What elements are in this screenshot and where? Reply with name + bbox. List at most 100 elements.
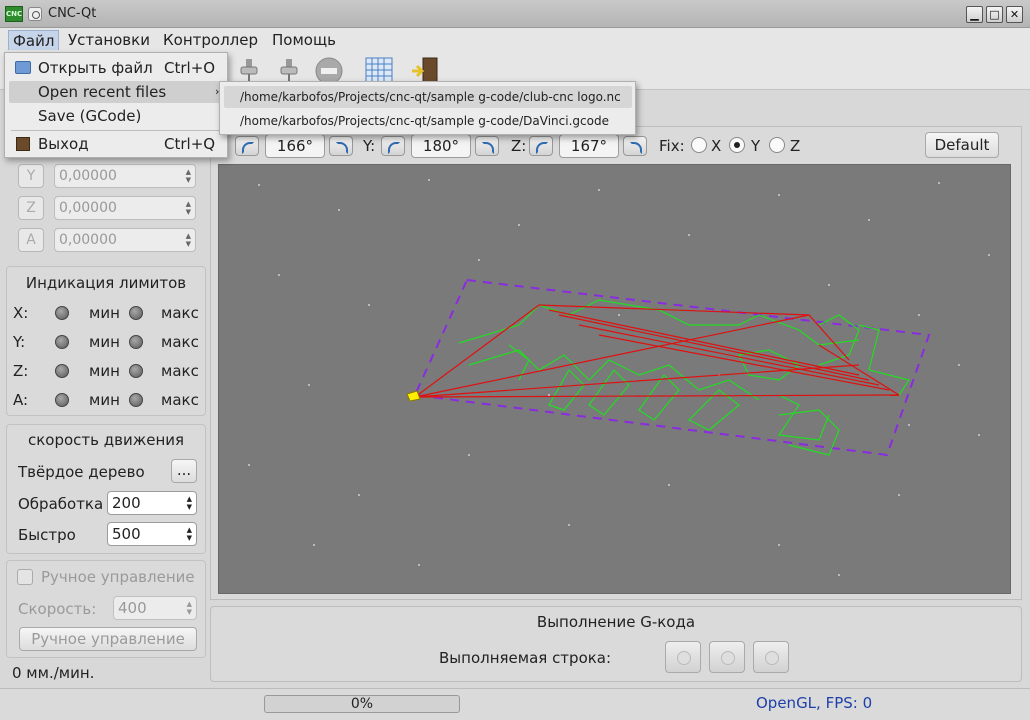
save-gcode-item[interactable]: Save (GCode): [9, 105, 225, 127]
exit-label: Выход: [38, 135, 89, 153]
toolpath-preview[interactable]: [219, 165, 1011, 594]
spin-arrows-icon[interactable]: ▲ ▼: [187, 495, 192, 511]
limit-min-label: мин: [89, 333, 120, 351]
close-button[interactable]: ✕: [1006, 6, 1023, 23]
limit-max-led: [129, 364, 143, 378]
limit-axis-label: A:: [13, 391, 29, 409]
limits-group: Индикация лимитов X: мин макс Y: мин мак…: [6, 266, 206, 416]
manual-control-button[interactable]: Ручное управление: [19, 627, 197, 651]
progress-text: 0%: [350, 696, 374, 712]
background-dots: [248, 179, 990, 576]
open-recent-label: Open recent files: [38, 83, 167, 101]
limit-min-led: [55, 393, 69, 407]
menu-separator: [11, 130, 223, 131]
gcode-execution-panel: Выполнение G-кода Выполняемая строка:: [210, 606, 1022, 682]
manual-speed-input[interactable]: 400 ▲ ▼: [113, 596, 197, 620]
z-angle-field[interactable]: 167°: [559, 134, 619, 158]
coord-y-input[interactable]: 0,00000 ▲ ▼: [54, 164, 196, 188]
axis-y-button[interactable]: Y: [18, 164, 44, 188]
z-angle-label: Z:: [511, 137, 527, 155]
coord-y-value: 0,00000: [59, 168, 117, 184]
pause-button[interactable]: [709, 641, 745, 673]
fast-speed-input[interactable]: 500 ▲ ▼: [107, 522, 197, 546]
play-button[interactable]: [665, 641, 701, 673]
spin-arrows-icon[interactable]: ▲ ▼: [187, 526, 192, 542]
limit-row-a: A: мин макс: [13, 391, 199, 411]
open-folder-icon: [15, 61, 31, 74]
stop-run-button[interactable]: [753, 641, 789, 673]
manual-speed-label: Скорость:: [18, 600, 97, 618]
manual-checkbox[interactable]: [17, 569, 33, 585]
fix-y-label: Y: [751, 137, 761, 155]
open-file-item[interactable]: Открыть файл Ctrl+O: [9, 57, 225, 79]
recent-file-item[interactable]: /home/karbofos/Projects/cnc-qt/sample g-…: [224, 86, 632, 108]
coord-z-input[interactable]: 0,00000 ▲ ▼: [54, 196, 196, 220]
maximize-button[interactable]: □: [986, 6, 1003, 23]
default-view-button[interactable]: Default: [925, 132, 999, 158]
fix-y-radio[interactable]: [729, 137, 745, 153]
rotate-x-right-button[interactable]: [329, 136, 353, 156]
spin-arrows-icon[interactable]: ▲ ▼: [186, 200, 191, 216]
fix-x-label: X: [711, 137, 722, 155]
axis-z-button[interactable]: Z: [18, 196, 44, 220]
coord-a-value: 0,00000: [59, 232, 117, 248]
rotate-y-right-button[interactable]: [475, 136, 499, 156]
limit-max-led: [129, 306, 143, 320]
limits-title: Индикация лимитов: [25, 274, 187, 292]
processing-speed-value: 200: [112, 494, 141, 512]
tool-position-marker: [406, 390, 421, 402]
rotate-y-left-button[interactable]: [381, 136, 405, 156]
limit-max-label: макс: [161, 362, 199, 380]
fast-label: Быстро: [18, 526, 76, 544]
limit-max-label: макс: [161, 391, 199, 409]
rotate-x-left-button[interactable]: [235, 136, 259, 156]
feed-rate-status: 0 мм./мин.: [12, 664, 95, 682]
red-rapid-moves: [414, 304, 900, 398]
spin-arrows-icon[interactable]: ▲ ▼: [186, 232, 191, 248]
progress-bar: 0%: [264, 695, 460, 713]
y-angle-field[interactable]: 180°: [411, 134, 471, 158]
fix-label: Fix:: [659, 137, 685, 155]
menu-file[interactable]: Файл: [8, 30, 60, 50]
coord-a-input[interactable]: 0,00000 ▲ ▼: [54, 228, 196, 252]
x-angle-field[interactable]: 166°: [265, 134, 325, 158]
manual-speed-value: 400: [118, 599, 147, 617]
recent-file-item[interactable]: /home/karbofos/Projects/cnc-qt/sample g-…: [224, 110, 632, 132]
limit-min-led: [55, 306, 69, 320]
speed-title: скорость движения: [27, 431, 185, 449]
limit-min-led: [55, 335, 69, 349]
limit-row-z: Z: мин макс: [13, 362, 199, 382]
manual-group: Ручное управление Скорость: 400 ▲ ▼ Ручное…: [6, 560, 206, 658]
limit-min-led: [55, 364, 69, 378]
speed-group: скорость движения Твёрдое дерево ... Обр…: [6, 424, 206, 554]
window-title: CNC-Qt: [48, 6, 97, 21]
minimize-button[interactable]: ▁: [966, 6, 983, 23]
limit-row-y: Y: мин макс: [13, 333, 199, 353]
save-gcode-label: Save (GCode): [38, 107, 142, 125]
spin-arrows-icon[interactable]: ▲ ▼: [186, 168, 191, 184]
window-menu-icon[interactable]: [28, 7, 42, 21]
status-bar: 0% OpenGL, FPS: 0: [0, 688, 1030, 720]
fix-x-radio[interactable]: [691, 137, 707, 153]
menu-controller[interactable]: Контроллер: [159, 30, 262, 50]
axis-a-button[interactable]: A: [18, 228, 44, 252]
limit-axis-label: X:: [13, 304, 29, 322]
processing-speed-input[interactable]: 200 ▲ ▼: [107, 491, 197, 515]
fix-z-radio[interactable]: [769, 137, 785, 153]
coord-z-value: 0,00000: [59, 200, 117, 216]
manual-checkbox-label: Ручное управление: [41, 568, 195, 586]
material-select-button[interactable]: ...: [171, 459, 197, 483]
open-recent-item[interactable]: Open recent files ›: [9, 81, 225, 103]
limit-max-led: [129, 335, 143, 349]
menu-settings[interactable]: Установки: [64, 30, 154, 50]
processing-label: Обработка: [18, 495, 104, 513]
rotate-z-left-button[interactable]: [529, 136, 553, 156]
menu-help[interactable]: Помощь: [268, 30, 340, 50]
exit-item[interactable]: Выход Ctrl+Q: [9, 133, 225, 155]
rotate-z-right-button[interactable]: [623, 136, 647, 156]
execution-title: Выполнение G-кода: [536, 613, 696, 631]
limit-row-x: X: мин макс: [13, 304, 199, 324]
title-bar: CNC CNC-Qt ▁ □ ✕: [0, 0, 1030, 28]
gl-viewport[interactable]: [218, 164, 1011, 594]
spin-arrows-icon[interactable]: ▲ ▼: [187, 600, 192, 616]
